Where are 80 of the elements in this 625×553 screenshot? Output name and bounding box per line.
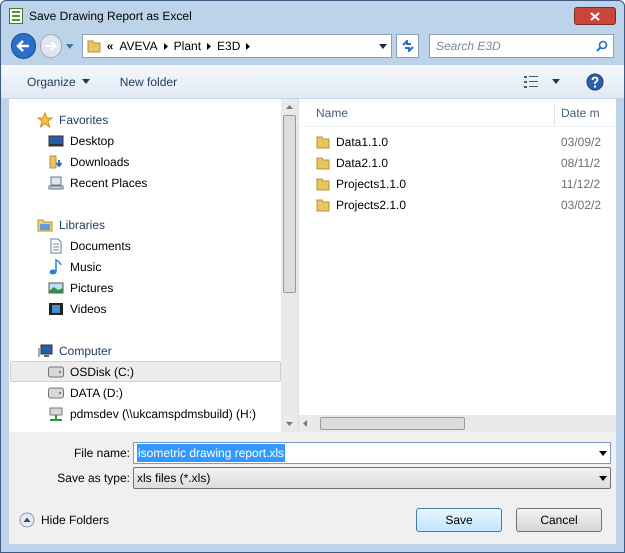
back-arrow-icon bbox=[16, 40, 30, 52]
search-field[interactable]: Search E3D bbox=[428, 34, 614, 58]
view-options-icon[interactable] bbox=[524, 76, 538, 88]
file-row[interactable]: Projects2.1.0 bbox=[299, 196, 555, 214]
organize-button[interactable]: Organize bbox=[17, 72, 100, 90]
dropdown-arrow-icon bbox=[599, 476, 607, 480]
scrollbar[interactable] bbox=[281, 99, 298, 432]
close-icon bbox=[590, 12, 600, 20]
cancel-button[interactable]: Cancel bbox=[516, 508, 602, 532]
breadcrumb-segment[interactable]: Plant bbox=[174, 37, 202, 55]
breadcrumb-segment[interactable]: AVEVA bbox=[119, 37, 158, 55]
folder-icon bbox=[37, 216, 53, 232]
star-icon bbox=[37, 112, 53, 128]
nav-item[interactable]: DATA (D:) bbox=[10, 382, 281, 403]
address-bar[interactable]: « AVEVA Plant E3D bbox=[82, 34, 392, 58]
scroll-down-arrow-icon[interactable] bbox=[286, 422, 293, 426]
music-note-icon bbox=[48, 258, 64, 274]
dropdown-arrow-icon[interactable] bbox=[552, 79, 560, 84]
folder-icon bbox=[316, 198, 330, 212]
dropdown-arrow-icon bbox=[82, 79, 90, 84]
search-icon[interactable] bbox=[596, 40, 608, 52]
scroll-left-arrow-icon[interactable] bbox=[303, 420, 307, 427]
chevron-right-icon[interactable] bbox=[246, 42, 250, 50]
window-title: Save Drawing Report as Excel bbox=[29, 8, 192, 25]
drive-icon bbox=[48, 364, 64, 380]
nav-item[interactable]: OSDisk (C:) bbox=[10, 361, 281, 382]
overflow-chevron[interactable]: « bbox=[106, 37, 114, 55]
date-cell-text: 03/09/2 bbox=[560, 134, 602, 150]
spreadsheet-icon bbox=[9, 8, 23, 24]
column-header[interactable]: Date m bbox=[555, 104, 600, 126]
file-row[interactable]: Projects1.1.0 bbox=[299, 174, 555, 192]
save-button[interactable]: Save bbox=[416, 508, 502, 532]
nav-group[interactable]: Computer bbox=[10, 340, 281, 361]
computer-icon bbox=[48, 174, 64, 190]
file-row[interactable]: Data2.1.0 bbox=[299, 154, 555, 172]
date-cell-text: 03/02/2 bbox=[560, 196, 602, 214]
chevron-right-icon[interactable] bbox=[207, 42, 212, 50]
nav-item[interactable]: Desktop bbox=[10, 130, 281, 151]
scroll-up-arrow-icon[interactable] bbox=[286, 105, 293, 109]
nav-item[interactable]: Recent Places bbox=[10, 172, 281, 193]
computer-icon bbox=[37, 342, 53, 358]
save-as-type-label: Save as type: bbox=[56, 470, 131, 487]
date-cell-text: 08/11/2 bbox=[560, 154, 600, 172]
folder-icon bbox=[316, 134, 330, 148]
drive-icon bbox=[48, 384, 64, 400]
save-as-type-dropdown[interactable]: xls files (*.xls) bbox=[133, 467, 611, 489]
nav-item[interactable]: Music bbox=[10, 256, 281, 277]
column-header[interactable]: Name bbox=[299, 104, 555, 126]
help-icon[interactable] bbox=[586, 72, 604, 90]
chevron-right-icon[interactable] bbox=[164, 42, 168, 50]
close-button[interactable] bbox=[574, 7, 616, 25]
refresh-icon bbox=[400, 40, 415, 52]
dropdown-arrow-icon[interactable] bbox=[599, 450, 607, 456]
hide-folders-button[interactable]: Hide Folders bbox=[19, 511, 110, 529]
file-name-label: File name: bbox=[72, 445, 131, 462]
scrollbar[interactable] bbox=[299, 415, 616, 432]
dropdown-arrow-icon[interactable] bbox=[379, 44, 388, 48]
monitor-icon bbox=[48, 132, 64, 148]
nav-item[interactable]: Pictures bbox=[10, 277, 281, 298]
nav-item[interactable]: pdmsdev (\\ukcamspdmsbuild) (H:) bbox=[10, 403, 281, 424]
file-row[interactable]: Data1.1.0 bbox=[299, 132, 555, 150]
nav-group[interactable]: Favorites bbox=[10, 109, 281, 130]
breadcrumb-segment[interactable]: E3D bbox=[217, 37, 240, 55]
chevron-up-icon bbox=[19, 512, 35, 528]
new-folder-button[interactable]: New folder bbox=[100, 72, 198, 90]
nav-item[interactable]: Videos bbox=[10, 298, 281, 319]
nav-group[interactable]: Libraries bbox=[10, 214, 281, 235]
date-cell-text: 11/12/2 bbox=[560, 176, 600, 192]
nav-item[interactable]: Downloads bbox=[10, 151, 281, 172]
network-drive-icon bbox=[48, 406, 64, 422]
back-button[interactable] bbox=[11, 33, 36, 59]
refresh-button[interactable] bbox=[396, 34, 419, 58]
folder-icon bbox=[316, 156, 330, 170]
picture-icon bbox=[48, 280, 64, 296]
folder-icon bbox=[86, 39, 101, 53]
folder-icon bbox=[48, 154, 64, 170]
nav-item[interactable]: Documents bbox=[10, 235, 281, 256]
folder-icon bbox=[316, 176, 330, 190]
document-icon bbox=[48, 238, 64, 254]
forward-arrow-icon bbox=[44, 41, 57, 51]
